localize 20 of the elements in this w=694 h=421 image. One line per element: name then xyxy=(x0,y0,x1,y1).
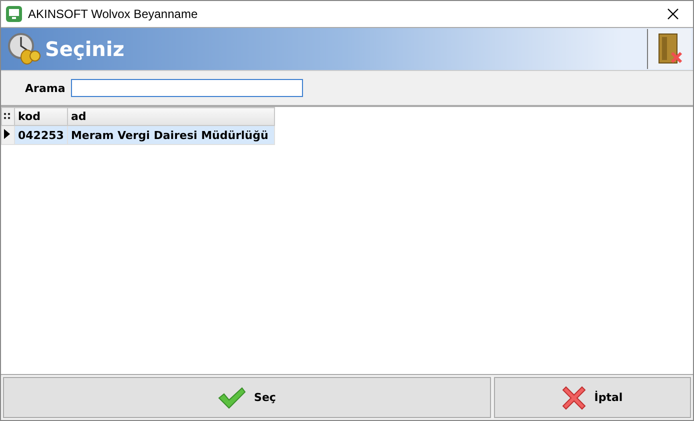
column-header[interactable]: ad xyxy=(67,108,274,126)
table-cell: 042253 xyxy=(14,126,68,144)
door-icon xyxy=(656,33,682,65)
search-field[interactable] xyxy=(71,79,304,97)
cancel-button[interactable]: İptal xyxy=(494,377,691,418)
row-pointer-icon xyxy=(4,128,10,138)
window-title: AKINSOFT Wolvox Beyanname xyxy=(28,7,199,21)
close-icon xyxy=(562,386,586,410)
header-title: Seçiniz xyxy=(45,37,126,61)
clock-coins-icon xyxy=(7,32,41,66)
app-icon xyxy=(6,6,22,22)
table-row[interactable]: 042253 Meram Vergi Dairesi Müdürlüğü xyxy=(2,126,274,144)
select-button[interactable]: Seç xyxy=(3,377,491,418)
table-cell: Meram Vergi Dairesi Müdürlüğü xyxy=(67,126,274,144)
close-icon xyxy=(667,8,679,20)
grip-icon xyxy=(4,112,10,120)
search-label: Arama xyxy=(25,82,66,94)
column-header[interactable]: kod xyxy=(14,108,68,126)
checkmark-icon xyxy=(218,386,246,408)
exit-button[interactable] xyxy=(647,29,691,69)
